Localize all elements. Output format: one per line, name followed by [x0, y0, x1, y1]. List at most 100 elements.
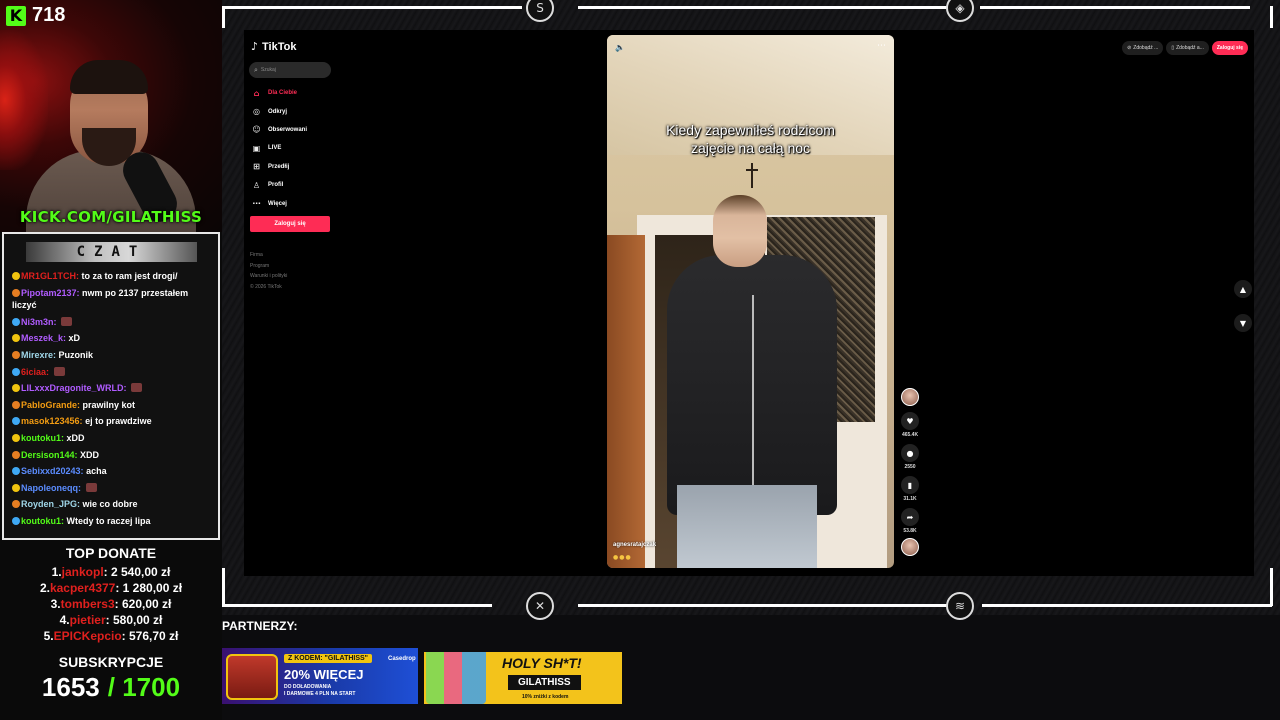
donor-rank: 3. — [50, 597, 61, 611]
sidebar-item-label: Obserwowani — [268, 126, 308, 133]
chat-message: koutoku1: xDD — [11, 430, 212, 447]
tiktok-logo[interactable]: ♪ TikTok — [251, 40, 296, 53]
creator-avatar[interactable] — [901, 388, 919, 406]
chat-username[interactable]: LILxxxDragonite_WRLD: — [21, 383, 127, 393]
video-player[interactable]: Kiedy zapewniłeś rodzicom zajęcie na cał… — [607, 35, 894, 568]
sidebar-item-0[interactable]: ⌂ Dla Ciebie — [252, 84, 307, 102]
chat-badge-icon — [12, 516, 20, 525]
volume-icon[interactable]: 🔈 — [615, 43, 625, 52]
sidebar-login-button[interactable]: Zaloguj się — [250, 216, 330, 232]
subs-goal: / 1700 — [107, 672, 181, 702]
bookmark-icon[interactable]: ▮ — [901, 476, 919, 494]
donor-list: 1.jankopl: 2 540,00 zł 2.kacper4377: 1 28… — [0, 564, 222, 644]
sidebar-nav: ⌂ Dla Ciebie ◎ Odkryj ☺ Obserwowani ▣ LIVE ⊞ Prze… — [252, 84, 307, 213]
more-options-icon[interactable]: ⋯ — [877, 41, 886, 51]
sidebar-item-6[interactable]: ⋯ Więcej — [252, 194, 307, 212]
chest-icon — [226, 654, 278, 700]
chat-emote-icon — [61, 316, 73, 326]
chat-username[interactable]: koutoku1: — [21, 516, 64, 526]
donor-row: 4.pietier: 580,00 zł — [0, 612, 222, 628]
viewer-counter: K 718 — [6, 4, 65, 27]
chat-badge-icon — [12, 467, 20, 476]
chat-message: LILxxxDragonite_WRLD: — [11, 380, 212, 397]
footer-link[interactable]: Firma — [250, 250, 287, 261]
chat-username[interactable]: Mirexre: — [21, 350, 56, 360]
donor-row: 3.tombers3: 620,00 zł — [0, 596, 222, 612]
sidebar-item-5[interactable]: ♙ Profil — [252, 176, 307, 194]
chevron-up-icon[interactable]: ▲ — [1234, 280, 1252, 298]
chat-badge-icon — [12, 483, 20, 492]
sidebar-item-label: Profil — [268, 182, 284, 189]
chat-username[interactable]: Napoleoneqq: — [21, 483, 81, 493]
video-actions: ♥ 465.4K ● 2550 ▮ 31.1K ➦ 53.8K — [899, 388, 921, 556]
chat-badge-icon — [12, 288, 20, 297]
search-bar[interactable]: ⌕ — [249, 62, 331, 78]
save-count: 31.1K — [903, 496, 917, 502]
comment-icon[interactable]: ● — [901, 444, 919, 462]
donor-name: pietier — [69, 613, 106, 627]
nav-icon: ⋯ — [252, 199, 261, 209]
video-caption: Kiedy zapewniłeś rodzicom zajęcie na cał… — [666, 122, 835, 156]
chat-title: CZAT — [26, 242, 197, 262]
chat-text: Puzonik — [58, 349, 94, 360]
chat-message: Royden_JPG: wie co dobre — [11, 496, 212, 513]
video-author[interactable]: agnesratajczak — [613, 542, 656, 548]
tiktok-note-icon: ♪ — [251, 40, 259, 53]
chat-username[interactable]: koutoku1: — [21, 433, 64, 443]
get-app-button[interactable]: ▯ Zdobądź a... — [1166, 41, 1209, 55]
chat-emote-icon — [85, 482, 97, 492]
chat-username[interactable]: PabloGrande: — [21, 400, 80, 410]
kick-logo-icon: K — [6, 5, 26, 26]
chat-emote-icon — [53, 366, 65, 376]
share-icon[interactable]: ➦ — [901, 508, 919, 526]
nav-icon: ⌂ — [253, 88, 260, 98]
chat-username[interactable]: Ni3m3n: — [21, 317, 57, 327]
nav-icon: ♙ — [252, 180, 261, 190]
sidebar-item-4[interactable]: ⊞ Przedłij — [252, 158, 307, 176]
partners-label: PARTNERZY: — [222, 619, 298, 633]
footer-link[interactable]: Warunki i polityki — [250, 271, 287, 282]
donor-rank: 4. — [59, 613, 70, 627]
chat-username[interactable]: Dersison144: — [21, 450, 78, 460]
chat-badge-icon — [12, 500, 20, 509]
donor-row: 5.EPICKepcio: 576,70 zł — [0, 628, 222, 644]
sidebar-item-2[interactable]: ☺ Obserwowani — [252, 121, 307, 139]
chat-username[interactable]: Royden_JPG: — [21, 499, 80, 509]
chat-text: prawilny kot — [82, 399, 136, 410]
search-input[interactable] — [260, 67, 321, 73]
chat-text: XDD — [80, 449, 100, 460]
chat-username[interactable]: Meszek_k: — [21, 333, 66, 343]
share-count: 53.8K — [903, 528, 917, 534]
casedrop-banner: Z KODEM: "GILATHISS" Casedrop 20% WIĘCEJ… — [222, 648, 418, 704]
chat-username[interactable]: masok123456: — [21, 416, 83, 426]
chat-badge-icon — [12, 417, 20, 426]
top-login-button[interactable]: Zaloguj się — [1211, 41, 1248, 55]
chevron-down-icon[interactable]: ▼ — [1234, 314, 1252, 332]
webcam-feed: K 718 KICK.COM/GILATHISS — [0, 0, 222, 232]
video-navigation: ▲ ▼ — [1234, 280, 1252, 332]
donor-name: jankopl — [61, 565, 104, 579]
chat-message: Dersison144: XDD — [11, 447, 212, 464]
frame-emblem-top-left-icon: S — [526, 0, 554, 22]
chat-username[interactable]: Sebixxd20243: — [21, 466, 84, 476]
coin-icon: ⊘ — [1127, 45, 1132, 51]
donor-amount: : 1 280,00 zł — [115, 581, 183, 595]
chat-username[interactable]: 6iciaa: — [21, 367, 49, 377]
chat-message: koutoku1: Wtedy to raczej lipa — [11, 513, 212, 530]
chat-username[interactable]: MR1GL1TCH: — [21, 271, 79, 281]
sidebar-item-1[interactable]: ◎ Odkryj — [252, 102, 307, 120]
chat-emote-icon — [131, 383, 143, 393]
donor-row: 1.jankopl: 2 540,00 zł — [0, 564, 222, 580]
sound-avatar[interactable] — [901, 538, 919, 556]
sidebar-item-3[interactable]: ▣ LIVE — [252, 139, 307, 157]
get-coins-button[interactable]: ⊘ Zdobądź ... — [1122, 41, 1164, 55]
like-icon[interactable]: ♥ — [901, 412, 919, 430]
chat-text: Wtedy to raczej lipa — [66, 515, 151, 526]
chat-badge-icon — [12, 334, 20, 343]
donor-name: tombers3 — [60, 597, 115, 611]
nav-icon: ⊞ — [253, 162, 260, 172]
footer-link[interactable]: Program — [250, 261, 287, 272]
chat-badge-icon — [12, 450, 20, 459]
chat-message: PabloGrande: prawilny kot — [11, 397, 212, 414]
chat-username[interactable]: Pipotam2137: — [21, 288, 80, 298]
